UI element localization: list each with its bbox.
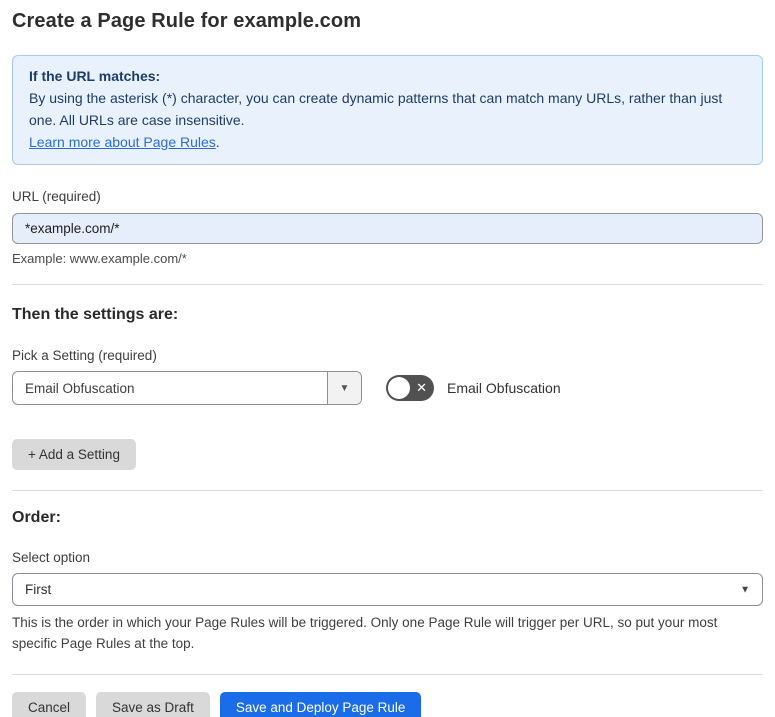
order-helper-text: This is the order in which your Page Rul…: [12, 615, 718, 651]
chevron-down-icon: ▼: [740, 584, 750, 595]
setting-select-value: Email Obfuscation: [25, 380, 135, 396]
url-field-label: URL (required): [12, 189, 101, 204]
cancel-button[interactable]: Cancel: [12, 692, 87, 717]
info-box-body: By using the asterisk (*) character, you…: [29, 90, 723, 128]
create-page-rule-form: Create a Page Rule for example.com If th…: [0, 10, 775, 717]
toggle-label: Email Obfuscation: [447, 380, 561, 396]
chevron-down-icon[interactable]: ▼: [327, 372, 361, 404]
pick-setting-label: Pick a Setting (required): [12, 348, 157, 363]
email-obfuscation-toggle[interactable]: ✕: [386, 375, 434, 401]
email-obfuscation-toggle-group: ✕ Email Obfuscation: [386, 375, 561, 401]
settings-section-heading: Then the settings are:: [12, 306, 179, 323]
save-draft-button[interactable]: Save as Draft: [96, 692, 210, 717]
info-box-heading: If the URL matches:: [29, 68, 161, 84]
add-setting-button[interactable]: + Add a Setting: [12, 439, 136, 470]
divider: [12, 674, 763, 675]
divider: [12, 284, 763, 285]
info-box-link-line: Learn more about Page Rules.: [29, 131, 746, 153]
url-input[interactable]: [12, 213, 763, 244]
url-example-helper: Example: www.example.com/*: [12, 251, 187, 266]
order-select-label: Select option: [12, 550, 91, 565]
order-section-heading: Order:: [12, 509, 61, 526]
setting-select[interactable]: Email Obfuscation ▼: [12, 371, 362, 405]
toggle-knob: [388, 377, 410, 399]
footer-actions: Cancel Save as Draft Save and Deploy Pag…: [12, 692, 763, 717]
save-deploy-button[interactable]: Save and Deploy Page Rule: [219, 692, 422, 717]
setting-row: Email Obfuscation ▼ ✕ Email Obfuscation: [12, 371, 763, 405]
order-select-value: First: [25, 582, 52, 597]
x-icon: ✕: [416, 380, 427, 396]
divider: [12, 490, 763, 491]
page-title: Create a Page Rule for example.com: [12, 10, 362, 32]
order-select[interactable]: First ▼: [12, 573, 763, 606]
learn-more-link[interactable]: Learn more about Page Rules: [29, 134, 216, 150]
url-matches-info-box: If the URL matches: By using the asteris…: [12, 55, 763, 165]
link-period: .: [215, 134, 220, 150]
